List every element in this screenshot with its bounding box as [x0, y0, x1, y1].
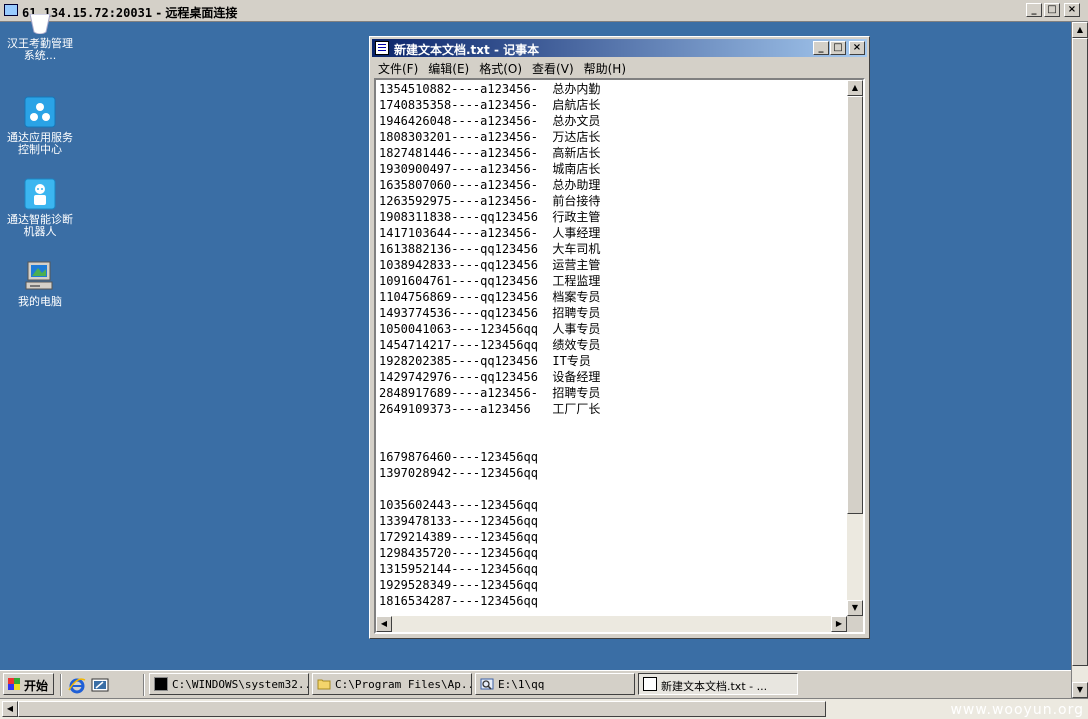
- scroll-right-arrow-icon[interactable]: ▶: [831, 616, 847, 632]
- robot-icon: [24, 178, 56, 210]
- notepad-minimize-button[interactable]: _: [813, 41, 829, 55]
- folder-icon: [317, 677, 331, 691]
- scroll-up-arrow-icon[interactable]: ▲: [847, 80, 863, 96]
- task-button-program-files[interactable]: C:\Program Files\Ap...: [312, 673, 472, 695]
- notepad-icon: [643, 677, 657, 691]
- menu-format[interactable]: 格式(O): [479, 60, 522, 77]
- scroll-up-arrow-icon[interactable]: ▲: [1072, 22, 1088, 38]
- scroll-thumb[interactable]: [18, 701, 826, 717]
- scroll-down-arrow-icon[interactable]: ▼: [847, 600, 863, 616]
- command-prompt-icon: [154, 677, 168, 691]
- show-desktop-icon[interactable]: [91, 676, 109, 694]
- rdp-vertical-scrollbar[interactable]: ▲ ▼: [1071, 22, 1088, 698]
- hanwang-app-icon: [24, 13, 56, 35]
- notepad-window[interactable]: 新建文本文档.txt - 记事本 _ □ × 文件(F) 编辑(E) 格式(O)…: [369, 36, 870, 639]
- scroll-down-arrow-icon[interactable]: ▼: [1072, 682, 1088, 698]
- scroll-left-arrow-icon[interactable]: ◀: [2, 701, 18, 717]
- scroll-thumb[interactable]: [847, 96, 863, 514]
- menu-help[interactable]: 帮助(H): [584, 60, 626, 77]
- taskbar-separator: [143, 674, 145, 696]
- internet-explorer-icon[interactable]: [68, 676, 86, 694]
- notepad-content[interactable]: 1354510882----a123456- 总办内勤 1740835358--…: [379, 81, 845, 614]
- desktop-icon-label: 我的电脑: [18, 295, 62, 308]
- notepad-icon: [375, 41, 389, 55]
- notepad-vertical-scrollbar[interactable]: ▲ ▼: [847, 80, 863, 616]
- size-grip[interactable]: [847, 616, 863, 632]
- scroll-left-arrow-icon[interactable]: ◀: [376, 616, 392, 632]
- rdp-title-bar[interactable]: 61.134.15.72:20031 - 远程桌面连接 _ □ ×: [0, 0, 1088, 22]
- desktop-icon-my-computer[interactable]: 我的电脑: [5, 260, 75, 308]
- desktop-icon-tongda-robot[interactable]: 通达智能诊断机器人: [5, 178, 75, 238]
- menu-edit[interactable]: 编辑(E): [428, 60, 469, 77]
- notepad-maximize-button[interactable]: □: [830, 41, 846, 55]
- menu-file[interactable]: 文件(F): [378, 60, 418, 77]
- service-control-icon: [24, 96, 56, 128]
- notepad-menu-bar: 文件(F) 编辑(E) 格式(O) 查看(V) 帮助(H): [372, 59, 867, 77]
- desktop-icon-label: 汉王考勤管理系统...: [7, 37, 73, 62]
- desktop-icon-hanwang[interactable]: 汉王考勤管理系统...: [5, 13, 75, 62]
- notepad-close-button[interactable]: ×: [849, 41, 865, 55]
- rdp-horizontal-scrollbar[interactable]: ◀ www.wooyun.org: [0, 698, 1088, 719]
- notepad-title: 新建文本文档.txt - 记事本: [394, 43, 540, 57]
- windows-logo-icon: [8, 678, 20, 690]
- desktop-icon-label: 通达智能诊断机器人: [7, 213, 73, 238]
- taskbar-separator: [60, 674, 62, 696]
- menu-view[interactable]: 查看(V): [532, 60, 574, 77]
- my-computer-icon: [24, 260, 56, 292]
- notepad-title-bar[interactable]: 新建文本文档.txt - 记事本 _ □ ×: [372, 39, 867, 57]
- scroll-thumb[interactable]: [1072, 38, 1088, 666]
- rdp-minimize-button[interactable]: _: [1026, 3, 1042, 17]
- taskbar: 开始 C:\WINDOWS\system32... C:\Program Fil…: [0, 670, 1071, 698]
- watermark-text: www.wooyun.org: [950, 702, 1084, 718]
- search-folder-icon: [480, 677, 494, 691]
- desktop-icon-tongda-service[interactable]: 通达应用服务控制中心: [5, 96, 75, 156]
- rdp-close-button[interactable]: ×: [1064, 3, 1080, 17]
- task-button-cmd[interactable]: C:\WINDOWS\system32...: [149, 673, 309, 695]
- rdp-maximize-button[interactable]: □: [1044, 3, 1060, 17]
- task-button-notepad[interactable]: 新建文本文档.txt - ...: [638, 673, 798, 695]
- task-button-e-qq[interactable]: E:\1\qq: [475, 673, 635, 695]
- start-button[interactable]: 开始: [3, 673, 54, 695]
- notepad-horizontal-scrollbar[interactable]: ◀ ▶: [376, 616, 847, 632]
- desktop-icon-label: 通达应用服务控制中心: [7, 131, 73, 156]
- notepad-text-area[interactable]: 1354510882----a123456- 总办内勤 1740835358--…: [374, 78, 865, 634]
